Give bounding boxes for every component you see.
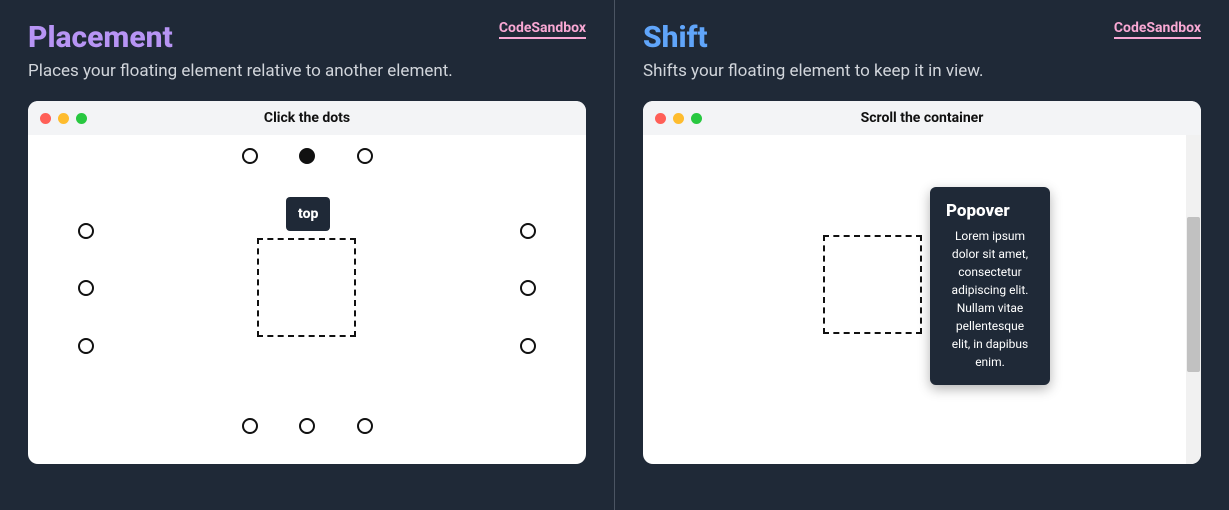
maximize-icon <box>691 113 702 124</box>
panel-header: Shift CodeSandbox <box>643 20 1201 61</box>
placement-dot-left[interactable] <box>78 280 94 296</box>
placement-dot-top-start[interactable] <box>242 148 258 164</box>
placement-dot-bottom-end[interactable] <box>357 418 373 434</box>
shift-panel: Shift CodeSandbox Shifts your floating e… <box>615 0 1229 510</box>
placement-dot-top[interactable] <box>299 148 315 164</box>
demo-window: Scroll the container Popover Lorem ipsum… <box>643 101 1201 464</box>
tooltip: top <box>286 197 330 231</box>
placement-dot-bottom-start[interactable] <box>242 418 258 434</box>
close-icon <box>40 113 51 124</box>
placement-dot-left-start[interactable] <box>78 223 94 239</box>
placement-dot-left-end[interactable] <box>78 338 94 354</box>
reference-box <box>257 238 356 337</box>
window-title: Click the dots <box>28 110 586 126</box>
placement-dot-right-end[interactable] <box>520 338 536 354</box>
traffic-lights <box>655 113 702 124</box>
popover-body: Lorem ipsum dolor sit amet, consectetur … <box>946 227 1034 371</box>
codesandbox-link[interactable]: CodeSandbox <box>499 20 586 39</box>
window-title: Scroll the container <box>643 110 1201 126</box>
traffic-lights <box>40 113 87 124</box>
maximize-icon <box>76 113 87 124</box>
placement-panel: Placement CodeSandbox Places your floati… <box>0 0 615 510</box>
popover-title: Popover <box>946 201 1034 221</box>
close-icon <box>655 113 666 124</box>
section-subtitle: Places your floating element relative to… <box>28 61 586 81</box>
section-title: Placement <box>28 20 173 55</box>
panel-header: Placement CodeSandbox <box>28 20 586 61</box>
popover: Popover Lorem ipsum dolor sit amet, cons… <box>930 187 1050 385</box>
minimize-icon <box>58 113 69 124</box>
minimize-icon <box>673 113 684 124</box>
scrollbar-track[interactable] <box>1186 135 1201 464</box>
window-titlebar: Click the dots <box>28 101 586 135</box>
placement-dot-bottom[interactable] <box>299 418 315 434</box>
window-body: top <box>28 135 586 464</box>
placement-dot-top-end[interactable] <box>357 148 373 164</box>
section-title: Shift <box>643 20 708 55</box>
demo-window: Click the dots top <box>28 101 586 464</box>
scrollbar-thumb[interactable] <box>1187 217 1200 372</box>
codesandbox-link[interactable]: CodeSandbox <box>1114 20 1201 39</box>
placement-dot-right-start[interactable] <box>520 223 536 239</box>
reference-box <box>823 235 922 334</box>
placement-dot-right[interactable] <box>520 280 536 296</box>
scroll-container[interactable]: Popover Lorem ipsum dolor sit amet, cons… <box>643 135 1201 464</box>
window-titlebar: Scroll the container <box>643 101 1201 135</box>
section-subtitle: Shifts your floating element to keep it … <box>643 61 1201 81</box>
